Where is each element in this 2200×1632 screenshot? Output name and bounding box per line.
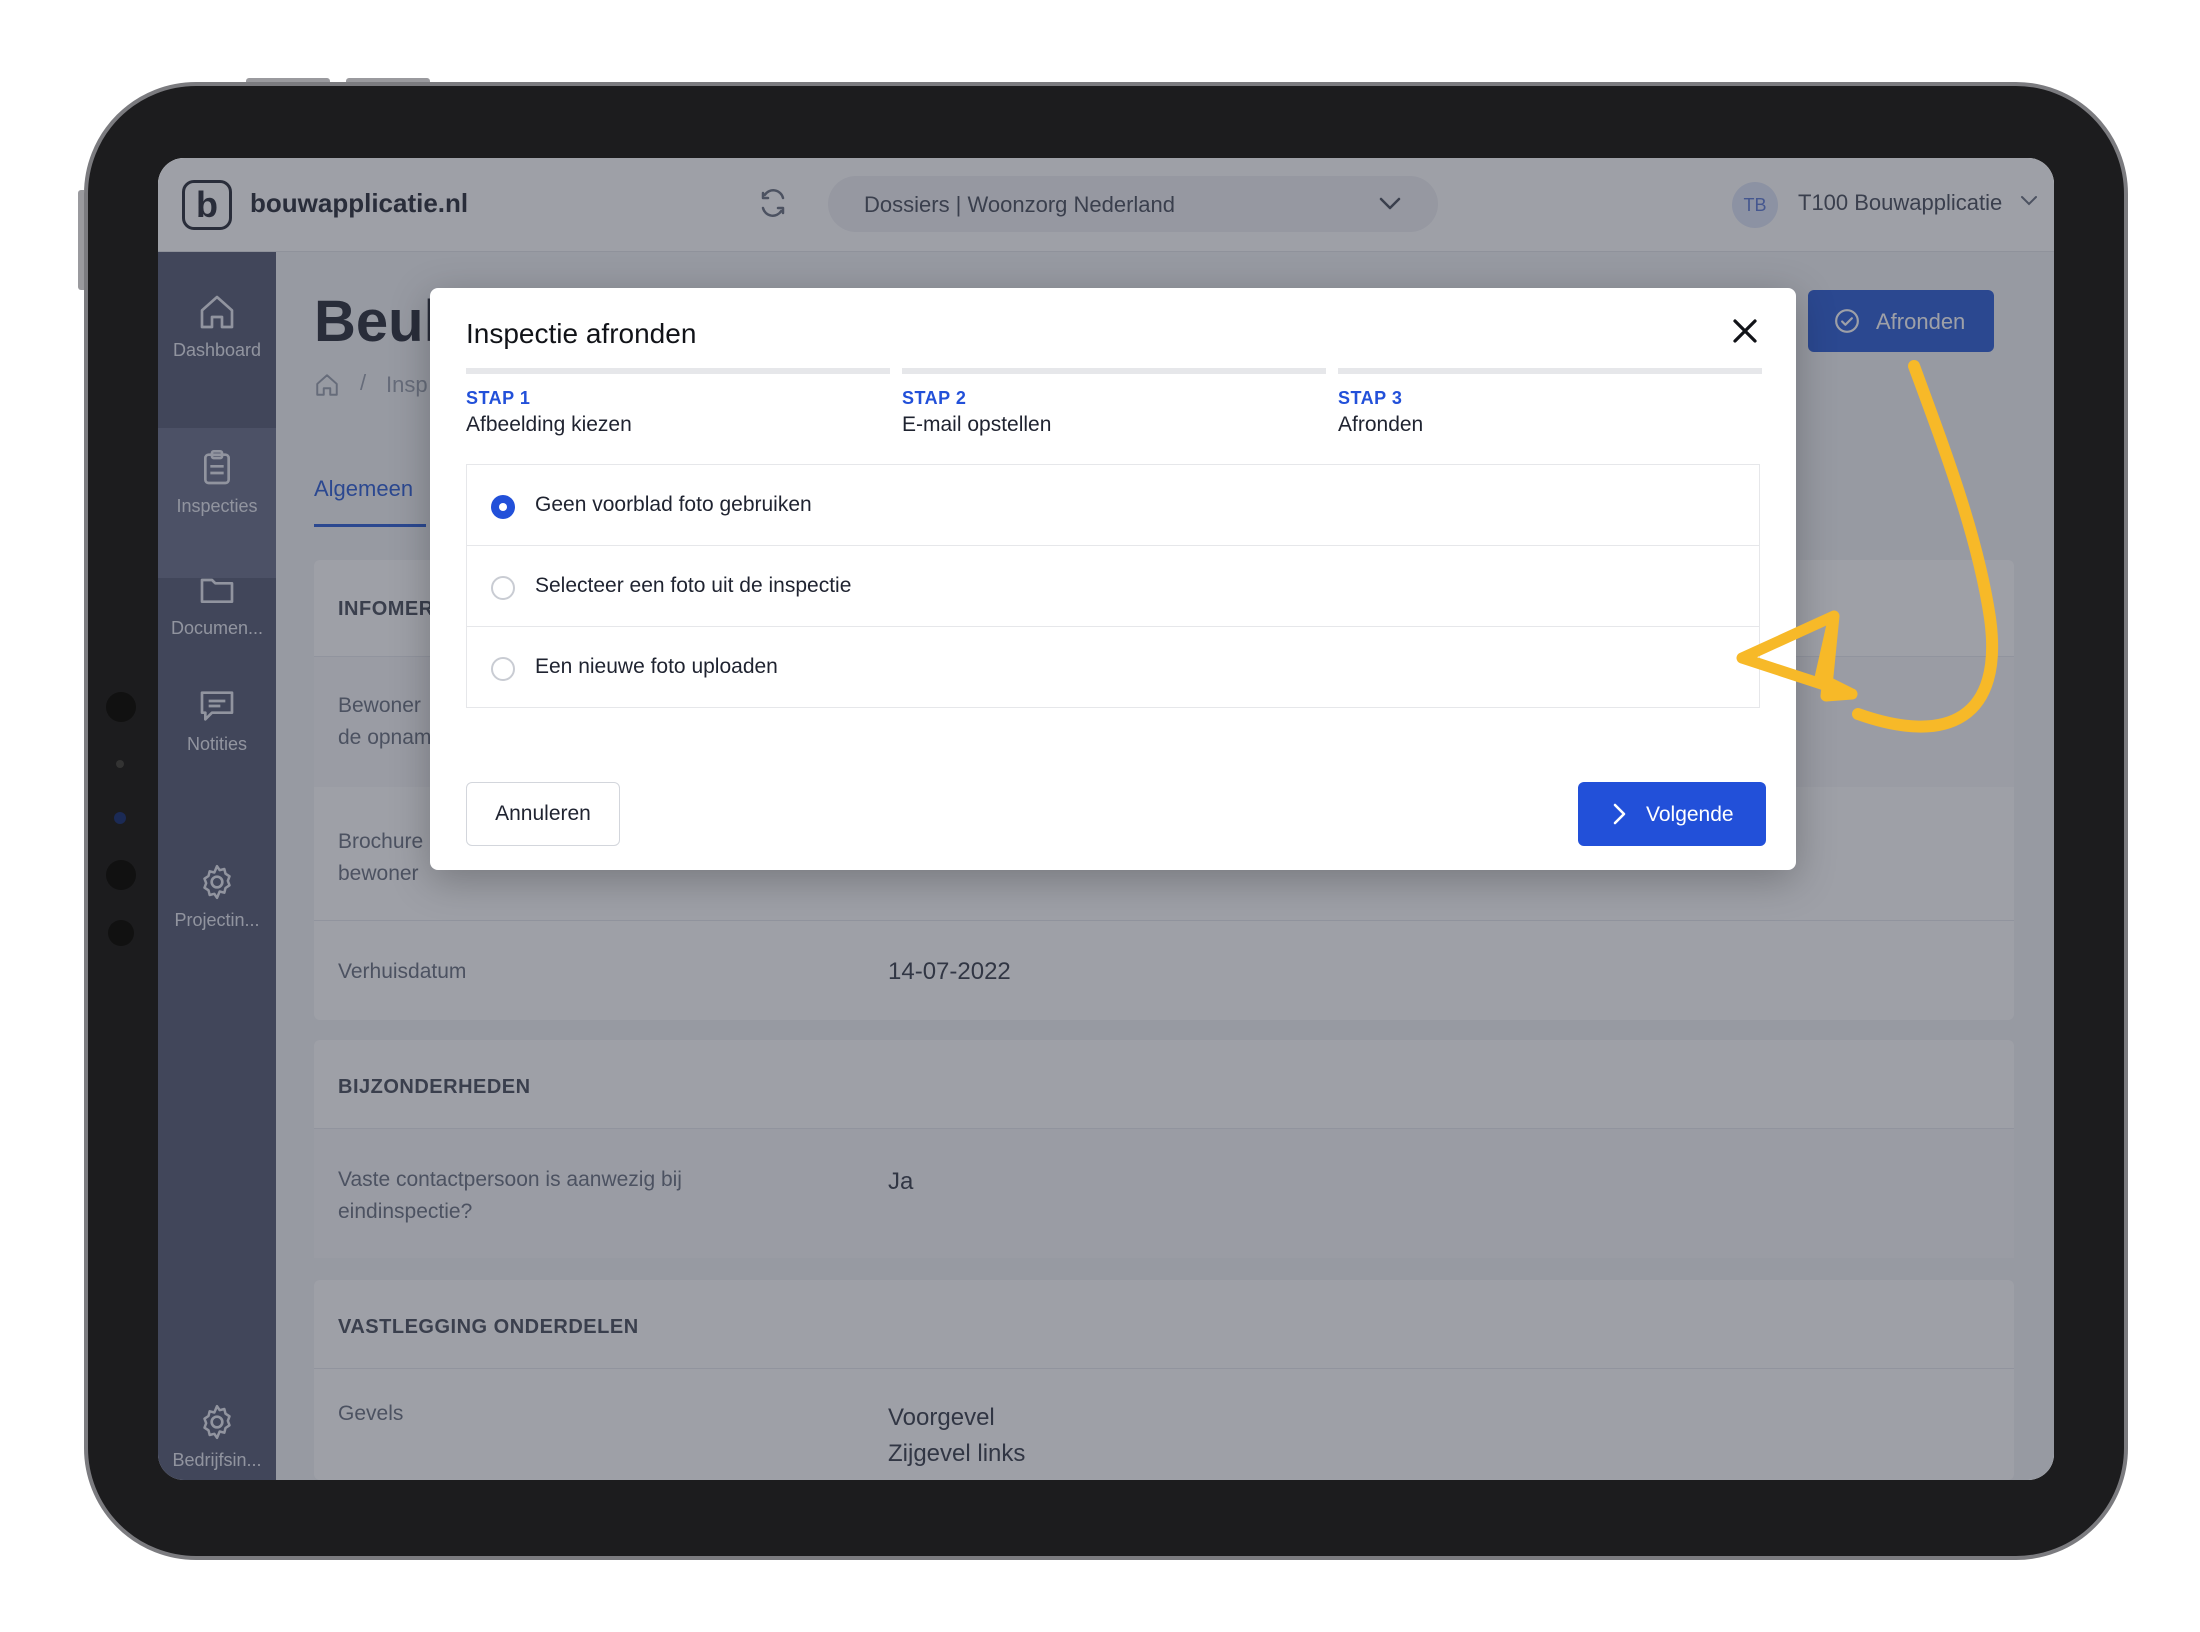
tablet-camera — [108, 920, 134, 946]
app-screen: b bouwapplicatie.nl Dossiers | Woonzorg … — [158, 158, 2054, 1480]
tablet-sensor — [114, 812, 126, 824]
tablet-camera — [106, 692, 136, 722]
annotation-arrow-icon — [1736, 360, 1999, 733]
tablet-camera — [106, 860, 136, 890]
tablet-sensor — [116, 760, 124, 768]
